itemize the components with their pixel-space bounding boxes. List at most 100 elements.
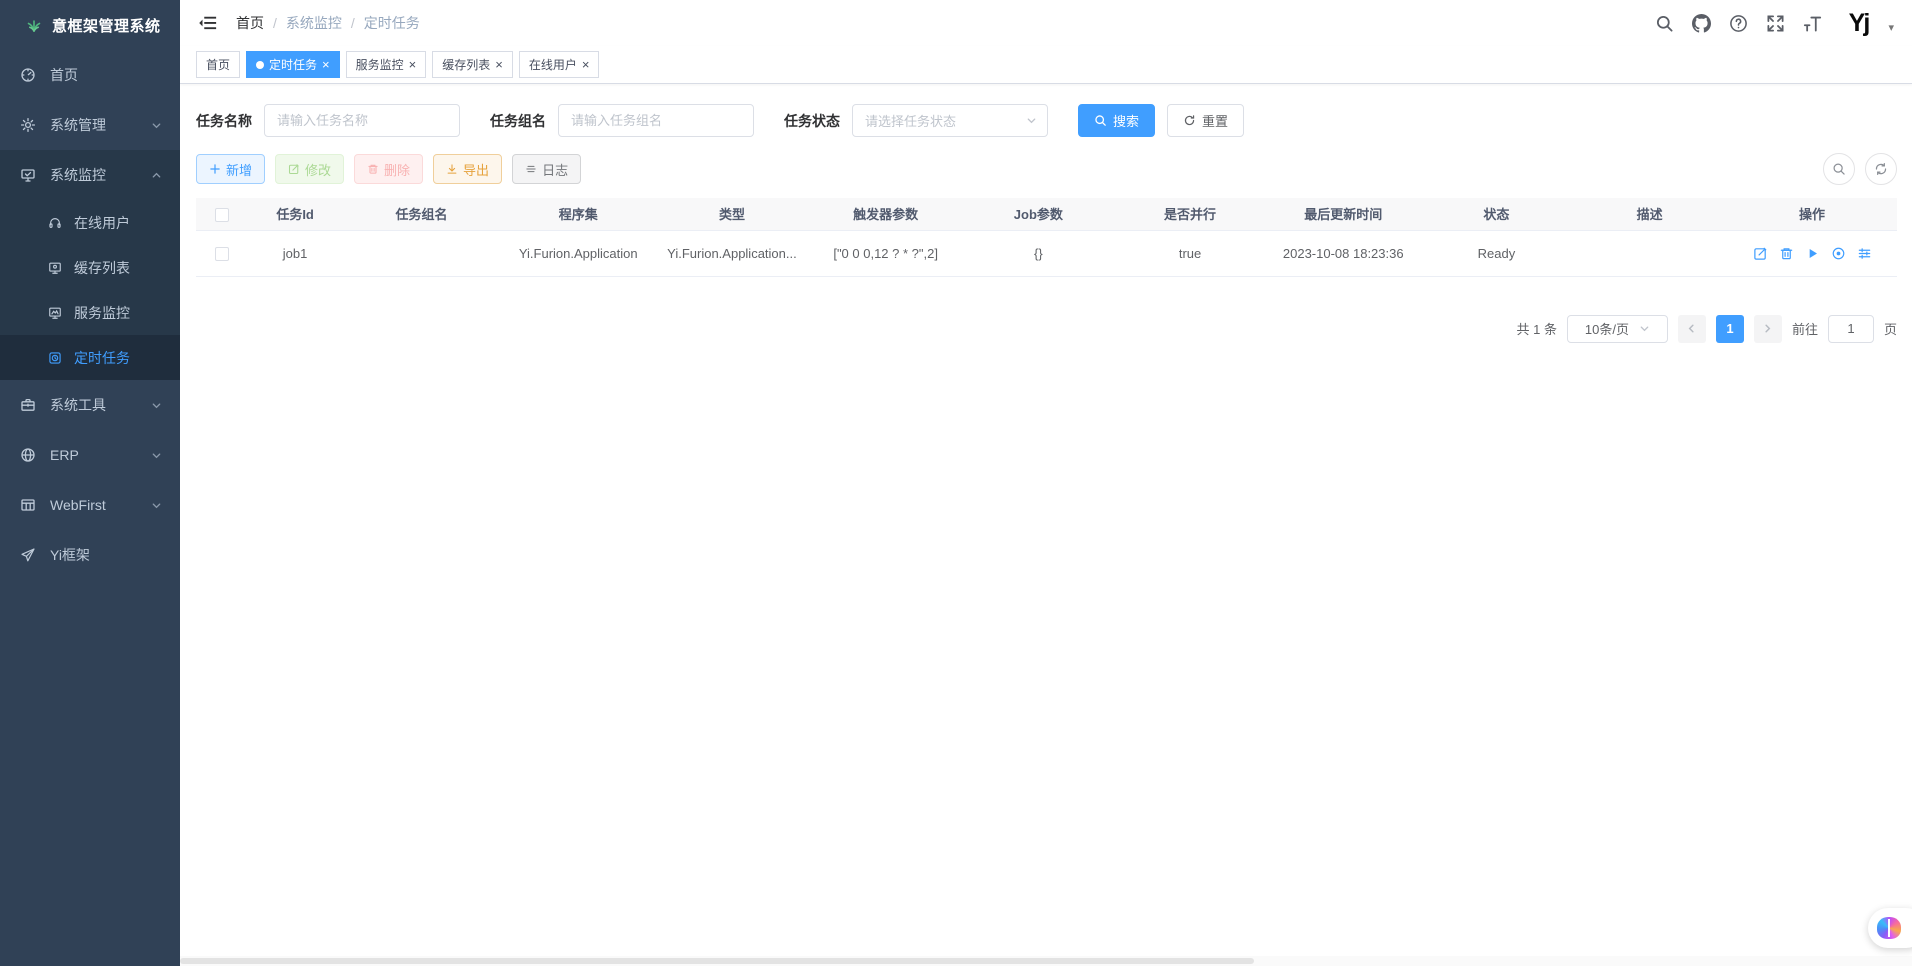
help-icon[interactable]	[1729, 14, 1748, 33]
app-logo[interactable]: 意框架管理系统	[0, 0, 180, 50]
export-button[interactable]: 导出	[433, 154, 502, 184]
sidebar-item-erp[interactable]: ERP	[0, 430, 180, 480]
tab-close-icon[interactable]: ×	[582, 58, 590, 71]
tab-label: 服务监控	[356, 56, 404, 73]
navbar-actions: Yj ▾	[1655, 6, 1894, 40]
page-size-select[interactable]: 10条/页	[1567, 315, 1668, 343]
brain-icon	[1877, 917, 1901, 939]
sidebar-item-scheduled-tasks[interactable]: 定时任务	[0, 335, 180, 380]
fullscreen-icon[interactable]	[1766, 14, 1785, 33]
sidebar-item-cache-list[interactable]: 缓存列表	[0, 245, 180, 290]
cell-task-id: job1	[249, 230, 342, 276]
pagination-total: 共 1 条	[1517, 319, 1557, 338]
cell-updated-at: 2023-10-08 18:23:36	[1266, 230, 1421, 276]
col-trigger-args: 触发器参数	[809, 198, 963, 230]
tab-scheduled-tasks[interactable]: 定时任务 ×	[246, 51, 340, 78]
header-select-all	[196, 198, 249, 230]
cell-operations	[1727, 230, 1897, 276]
task-status-placeholder: 请选择任务状态	[865, 111, 956, 130]
briefcase-icon	[20, 397, 36, 413]
row-run-icon[interactable]	[1805, 246, 1820, 261]
paper-plane-icon	[20, 547, 36, 563]
col-assembly: 程序集	[501, 198, 655, 230]
dashboard-icon	[20, 67, 36, 83]
row-more-icon[interactable]	[1857, 246, 1872, 261]
tab-close-icon[interactable]: ×	[409, 58, 417, 71]
col-concurrent: 是否并行	[1114, 198, 1266, 230]
app-title: 意框架管理系统	[52, 15, 161, 36]
add-button[interactable]: 新增	[196, 154, 265, 184]
edit-button[interactable]: 修改	[275, 154, 344, 184]
plus-icon	[209, 163, 221, 175]
search-button[interactable]: 搜索	[1078, 104, 1155, 137]
sidebar-item-system-management[interactable]: 系统管理	[0, 100, 180, 150]
refresh-icon	[1874, 162, 1888, 176]
filter-task-group: 任务组名	[490, 104, 754, 137]
select-all-checkbox[interactable]	[215, 208, 229, 222]
tab-online-users[interactable]: 在线用户 ×	[519, 51, 600, 78]
reset-button[interactable]: 重置	[1167, 104, 1244, 137]
row-edit-icon[interactable]	[1753, 246, 1768, 261]
horizontal-scrollbar[interactable]	[180, 956, 1912, 966]
sidebar-item-service-monitor[interactable]: 服务监控	[0, 290, 180, 335]
headset-icon	[48, 216, 62, 230]
tab-close-icon[interactable]: ×	[322, 58, 330, 71]
task-name-input[interactable]	[264, 104, 460, 137]
chevron-down-icon	[1026, 115, 1037, 126]
prev-page-button[interactable]	[1678, 315, 1706, 343]
tab-home[interactable]: 首页	[196, 51, 240, 78]
cell-select	[196, 230, 249, 276]
goto-label: 前往	[1792, 319, 1818, 338]
avatar-caret-icon[interactable]: ▾	[1888, 13, 1894, 34]
delete-button[interactable]: 删除	[354, 154, 423, 184]
trash-icon	[367, 163, 379, 175]
avatar[interactable]: Yj	[1840, 6, 1876, 40]
row-delete-icon[interactable]	[1779, 246, 1794, 261]
tab-close-icon[interactable]: ×	[495, 58, 503, 71]
delete-button-label: 删除	[384, 160, 410, 179]
assistant-pill[interactable]	[1868, 908, 1912, 948]
page-content: 任务名称 任务组名 任务状态 请选择任务状态 搜索 重置	[180, 84, 1912, 343]
table-search-toggle-button[interactable]	[1823, 153, 1855, 185]
sidebar-item-online-users[interactable]: 在线用户	[0, 200, 180, 245]
row-operations	[1727, 246, 1897, 261]
main-area: 首页 / 系统监控 / 定时任务 Yj ▾	[180, 0, 1912, 966]
sidebar-group-system-monitor: 系统监控 在线用户 缓存列表 服务监控	[0, 150, 180, 380]
next-page-button[interactable]	[1754, 315, 1782, 343]
log-button[interactable]: 日志	[512, 154, 581, 184]
cell-group-name	[342, 230, 502, 276]
filter-task-name: 任务名称	[196, 104, 460, 137]
row-checkbox[interactable]	[215, 247, 229, 261]
table-toolbar: 新增 修改 删除 导出 日志	[196, 153, 1897, 185]
col-status: 状态	[1421, 198, 1573, 230]
sidebar-item-webfirst[interactable]: WebFirst	[0, 480, 180, 530]
scrollbar-thumb[interactable]	[180, 958, 1254, 964]
goto-page-input[interactable]	[1828, 315, 1874, 343]
edit-button-label: 修改	[305, 160, 331, 179]
font-size-icon[interactable]	[1803, 14, 1822, 33]
search-button-label: 搜索	[1113, 111, 1139, 130]
sidebar-item-system-tools[interactable]: 系统工具	[0, 380, 180, 430]
monitor-icon	[20, 167, 36, 183]
col-task-id: 任务Id	[249, 198, 342, 230]
pagination: 共 1 条 10条/页 1 前往 页	[196, 315, 1897, 343]
sidebar-item-label: 定时任务	[74, 348, 130, 368]
menu-fold-icon[interactable]	[198, 12, 220, 34]
col-type: 类型	[655, 198, 809, 230]
task-status-select[interactable]: 请选择任务状态	[852, 104, 1048, 137]
sidebar-item-yi-framework[interactable]: Yi框架	[0, 530, 180, 580]
row-view-icon[interactable]	[1831, 246, 1846, 261]
screen-icon	[48, 261, 62, 275]
task-group-input[interactable]	[558, 104, 754, 137]
table-refresh-button[interactable]	[1865, 153, 1897, 185]
breadcrumb-home[interactable]: 首页	[236, 13, 264, 33]
search-icon[interactable]	[1655, 14, 1674, 33]
breadcrumb-separator: /	[351, 15, 355, 31]
tab-cache-list[interactable]: 缓存列表 ×	[432, 51, 513, 78]
github-icon[interactable]	[1692, 14, 1711, 33]
sidebar-item-system-monitor[interactable]: 系统监控	[0, 150, 180, 200]
tab-service-monitor[interactable]: 服务监控 ×	[346, 51, 427, 78]
sidebar-item-home[interactable]: 首页	[0, 50, 180, 100]
cell-job-args: {}	[963, 230, 1115, 276]
page-number-1[interactable]: 1	[1716, 315, 1744, 343]
